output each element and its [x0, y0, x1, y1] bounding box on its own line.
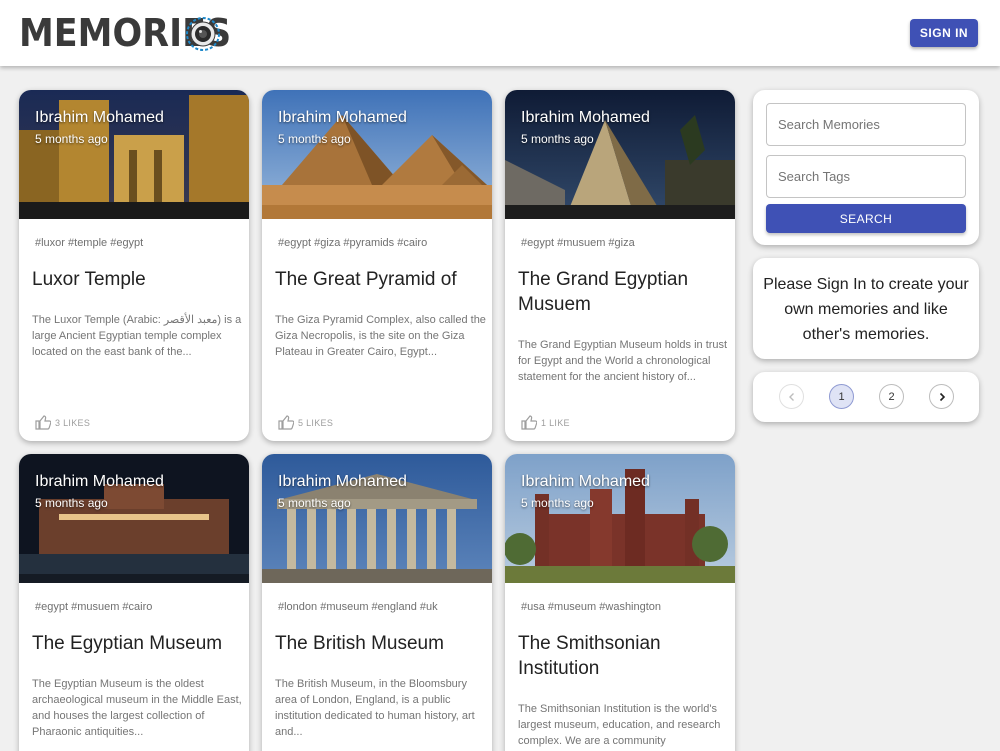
sign-in-notice-panel: Please Sign In to create your own memori… [753, 258, 979, 359]
thumb-up-icon [521, 415, 537, 430]
page-2-button[interactable]: 2 [879, 384, 904, 409]
brand[interactable]: MEMORIES [19, 13, 250, 53]
search-tags-input[interactable] [766, 155, 966, 198]
post-card[interactable]: Ibrahim Mohamed 5 months ago #luxor #tem… [19, 90, 249, 441]
post-card[interactable]: Ibrahim Mohamed 5 months ago #egypt #giz… [262, 90, 492, 441]
search-panel: SEARCH [753, 90, 979, 245]
post-title: The Great Pyramid of [275, 269, 457, 290]
post-tags: #luxor #temple #egypt [35, 237, 144, 249]
post-title: The British Museum [275, 633, 444, 654]
post-author: Ibrahim Mohamed [35, 109, 164, 126]
post-message: The Egyptian Museum is the oldest archae… [32, 678, 242, 738]
sign-in-notice: Please Sign In to create your own memori… [763, 276, 969, 343]
sign-in-button[interactable]: SIGN IN [910, 19, 978, 47]
post-time: 5 months ago [35, 496, 108, 510]
camera-lens-logo-icon [186, 17, 220, 51]
chevron-left-icon [788, 392, 794, 401]
post-image: Ibrahim Mohamed 5 months ago [505, 454, 735, 583]
post-message: The Luxor Temple (Arabic: معبد الأقصر) i… [32, 314, 242, 358]
post-image: Ibrahim Mohamed 5 months ago [505, 90, 735, 219]
post-title: The Egyptian Museum [32, 633, 223, 654]
post-tags: #egypt #musuem #giza [521, 237, 635, 249]
post-message: The Giza Pyramid Complex, also called th… [275, 314, 486, 358]
post-author: Ibrahim Mohamed [521, 473, 650, 490]
search-button[interactable]: SEARCH [766, 204, 966, 233]
like-button[interactable]: 3 LIKES [35, 415, 90, 430]
post-tags: #egypt #musuem #cairo [35, 601, 153, 613]
post-author: Ibrahim Mohamed [35, 473, 164, 490]
post-time: 5 months ago [521, 496, 594, 510]
post-time: 5 months ago [35, 132, 108, 146]
post-author: Ibrahim Mohamed [278, 473, 407, 490]
like-count: 1 LIKE [541, 417, 570, 428]
post-tags: #egypt #giza #pyramids #cairo [278, 237, 428, 249]
post-time: 5 months ago [521, 132, 594, 146]
post-image: Ibrahim Mohamed 5 months ago [19, 90, 249, 219]
post-card[interactable]: Ibrahim Mohamed 5 months ago #london #mu… [262, 454, 492, 751]
like-button[interactable]: 1 LIKE [521, 415, 570, 430]
post-card[interactable]: Ibrahim Mohamed 5 months ago #usa #museu… [505, 454, 735, 751]
post-message: The Smithsonian Institution is the world… [518, 703, 721, 747]
thumb-up-icon [278, 415, 294, 430]
search-memories-input[interactable] [766, 103, 966, 146]
like-count: 5 LIKES [298, 417, 334, 428]
page-1-button[interactable]: 1 [829, 384, 854, 409]
thumb-up-icon [35, 415, 51, 430]
next-page-button[interactable] [929, 384, 954, 409]
app-bar: MEMORIES SIGN IN [0, 0, 1000, 66]
post-title: Luxor Temple [32, 269, 146, 290]
post-time: 5 months ago [278, 132, 351, 146]
post-tags: #london #museum #england #uk [278, 601, 438, 613]
post-image: Ibrahim Mohamed 5 months ago [262, 90, 492, 219]
post-author: Ibrahim Mohamed [278, 109, 407, 126]
post-image: Ibrahim Mohamed 5 months ago [262, 454, 492, 583]
post-tags: #usa #museum #washington [521, 601, 662, 613]
chevron-right-icon [939, 392, 945, 401]
like-button[interactable]: 5 LIKES [278, 415, 333, 430]
like-count: 3 LIKES [55, 417, 91, 428]
post-time: 5 months ago [278, 496, 351, 510]
post-image: Ibrahim Mohamed 5 months ago [19, 454, 249, 583]
post-title: The Grand Egyptian Musuem [518, 269, 689, 315]
post-message: The British Museum, in the Bloomsbury ar… [275, 678, 475, 738]
post-message: The Grand Egyptian Museum holds in trust… [518, 339, 728, 383]
post-card[interactable]: Ibrahim Mohamed 5 months ago #egypt #mus… [505, 90, 735, 441]
post-card[interactable]: Ibrahim Mohamed 5 months ago #egypt #mus… [19, 454, 249, 751]
post-title: The Smithsonian Institution [518, 633, 661, 679]
pagination: 1 2 [753, 372, 979, 422]
previous-page-button[interactable] [779, 384, 804, 409]
post-author: Ibrahim Mohamed [521, 109, 650, 126]
